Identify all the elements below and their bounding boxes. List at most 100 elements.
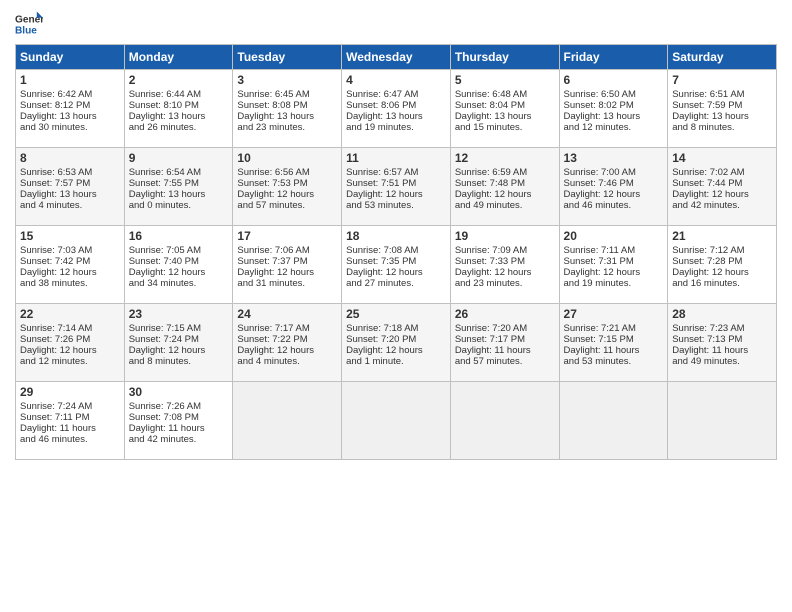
calendar-cell: 27Sunrise: 7:21 AMSunset: 7:15 PMDayligh… [559, 304, 668, 382]
col-header-friday: Friday [559, 45, 668, 70]
day-info-line: Sunrise: 7:17 AM [237, 323, 337, 334]
day-info-line: and 57 minutes. [455, 356, 555, 367]
day-number: 16 [129, 229, 229, 243]
calendar-cell: 23Sunrise: 7:15 AMSunset: 7:24 PMDayligh… [124, 304, 233, 382]
day-info-line: Sunrise: 6:47 AM [346, 89, 446, 100]
day-info-line: Sunrise: 7:06 AM [237, 245, 337, 256]
day-info-line: Sunrise: 7:12 AM [672, 245, 772, 256]
day-info-line: Sunset: 7:57 PM [20, 178, 120, 189]
calendar-cell: 19Sunrise: 7:09 AMSunset: 7:33 PMDayligh… [450, 226, 559, 304]
day-info-line: Sunset: 8:02 PM [564, 100, 664, 111]
day-info-line: Sunset: 7:53 PM [237, 178, 337, 189]
day-number: 3 [237, 73, 337, 87]
day-info-line: Sunrise: 7:09 AM [455, 245, 555, 256]
calendar-cell: 15Sunrise: 7:03 AMSunset: 7:42 PMDayligh… [16, 226, 125, 304]
day-number: 19 [455, 229, 555, 243]
calendar-cell: 30Sunrise: 7:26 AMSunset: 7:08 PMDayligh… [124, 382, 233, 460]
day-info-line: and 4 minutes. [237, 356, 337, 367]
day-info-line: and 23 minutes. [237, 122, 337, 133]
day-info-line: and 49 minutes. [455, 200, 555, 211]
day-info-line: Sunset: 7:20 PM [346, 334, 446, 345]
calendar-cell: 1Sunrise: 6:42 AMSunset: 8:12 PMDaylight… [16, 70, 125, 148]
day-info-line: Daylight: 13 hours [346, 111, 446, 122]
calendar-cell: 3Sunrise: 6:45 AMSunset: 8:08 PMDaylight… [233, 70, 342, 148]
day-info-line: and 27 minutes. [346, 278, 446, 289]
day-info-line: and 46 minutes. [564, 200, 664, 211]
calendar-cell [342, 382, 451, 460]
day-info-line: Sunset: 7:33 PM [455, 256, 555, 267]
day-info-line: Sunrise: 7:26 AM [129, 401, 229, 412]
day-info-line: Sunrise: 7:23 AM [672, 323, 772, 334]
day-info-line: Sunrise: 7:20 AM [455, 323, 555, 334]
day-number: 11 [346, 151, 446, 165]
logo-icon: General Blue [15, 10, 43, 38]
calendar-cell: 14Sunrise: 7:02 AMSunset: 7:44 PMDayligh… [668, 148, 777, 226]
day-info-line: and 57 minutes. [237, 200, 337, 211]
day-info-line: and 19 minutes. [564, 278, 664, 289]
day-number: 27 [564, 307, 664, 321]
day-number: 24 [237, 307, 337, 321]
day-info-line: Sunset: 7:48 PM [455, 178, 555, 189]
day-info-line: Daylight: 13 hours [455, 111, 555, 122]
day-number: 10 [237, 151, 337, 165]
day-info-line: Sunrise: 6:54 AM [129, 167, 229, 178]
day-info-line: Daylight: 12 hours [672, 267, 772, 278]
day-info-line: Sunset: 7:15 PM [564, 334, 664, 345]
calendar-container: General Blue SundayMondayTuesdayWednesda… [0, 0, 792, 470]
calendar-cell [559, 382, 668, 460]
day-info-line: and 19 minutes. [346, 122, 446, 133]
col-header-thursday: Thursday [450, 45, 559, 70]
day-info-line: Sunrise: 7:02 AM [672, 167, 772, 178]
week-row-5: 29Sunrise: 7:24 AMSunset: 7:11 PMDayligh… [16, 382, 777, 460]
col-header-sunday: Sunday [16, 45, 125, 70]
day-info-line: Sunset: 7:11 PM [20, 412, 120, 423]
day-info-line: Daylight: 11 hours [455, 345, 555, 356]
day-info-line: Daylight: 12 hours [564, 267, 664, 278]
day-info-line: Daylight: 13 hours [237, 111, 337, 122]
day-number: 18 [346, 229, 446, 243]
day-info-line: Daylight: 12 hours [346, 189, 446, 200]
calendar-cell: 20Sunrise: 7:11 AMSunset: 7:31 PMDayligh… [559, 226, 668, 304]
calendar-cell: 11Sunrise: 6:57 AMSunset: 7:51 PMDayligh… [342, 148, 451, 226]
calendar-cell: 12Sunrise: 6:59 AMSunset: 7:48 PMDayligh… [450, 148, 559, 226]
day-info-line: Sunrise: 7:15 AM [129, 323, 229, 334]
day-info-line: Sunrise: 6:56 AM [237, 167, 337, 178]
day-info-line: Sunrise: 6:44 AM [129, 89, 229, 100]
day-info-line: and 12 minutes. [20, 356, 120, 367]
day-info-line: and 53 minutes. [564, 356, 664, 367]
day-info-line: Sunrise: 7:18 AM [346, 323, 446, 334]
calendar-cell: 26Sunrise: 7:20 AMSunset: 7:17 PMDayligh… [450, 304, 559, 382]
day-info-line: Daylight: 13 hours [20, 189, 120, 200]
day-info-line: and 0 minutes. [129, 200, 229, 211]
day-info-line: and 38 minutes. [20, 278, 120, 289]
day-info-line: Sunrise: 6:53 AM [20, 167, 120, 178]
day-number: 26 [455, 307, 555, 321]
col-header-saturday: Saturday [668, 45, 777, 70]
day-info-line: Daylight: 13 hours [672, 111, 772, 122]
day-number: 8 [20, 151, 120, 165]
day-info-line: Sunrise: 6:42 AM [20, 89, 120, 100]
day-info-line: Sunset: 8:04 PM [455, 100, 555, 111]
calendar-cell: 17Sunrise: 7:06 AMSunset: 7:37 PMDayligh… [233, 226, 342, 304]
day-number: 23 [129, 307, 229, 321]
day-info-line: Sunrise: 7:00 AM [564, 167, 664, 178]
day-info-line: Daylight: 12 hours [672, 189, 772, 200]
day-info-line: and 31 minutes. [237, 278, 337, 289]
col-header-tuesday: Tuesday [233, 45, 342, 70]
day-info-line: and 42 minutes. [672, 200, 772, 211]
calendar-cell: 18Sunrise: 7:08 AMSunset: 7:35 PMDayligh… [342, 226, 451, 304]
calendar-cell: 28Sunrise: 7:23 AMSunset: 7:13 PMDayligh… [668, 304, 777, 382]
day-info-line: Daylight: 13 hours [564, 111, 664, 122]
day-info-line: Sunrise: 6:59 AM [455, 167, 555, 178]
day-info-line: Sunset: 7:08 PM [129, 412, 229, 423]
day-info-line: Daylight: 12 hours [564, 189, 664, 200]
calendar-cell: 4Sunrise: 6:47 AMSunset: 8:06 PMDaylight… [342, 70, 451, 148]
day-info-line: Sunrise: 6:50 AM [564, 89, 664, 100]
col-header-monday: Monday [124, 45, 233, 70]
calendar-cell: 25Sunrise: 7:18 AMSunset: 7:20 PMDayligh… [342, 304, 451, 382]
day-info-line: Sunrise: 7:24 AM [20, 401, 120, 412]
day-info-line: and 26 minutes. [129, 122, 229, 133]
calendar-cell [233, 382, 342, 460]
calendar-cell [450, 382, 559, 460]
day-info-line: Sunset: 7:31 PM [564, 256, 664, 267]
